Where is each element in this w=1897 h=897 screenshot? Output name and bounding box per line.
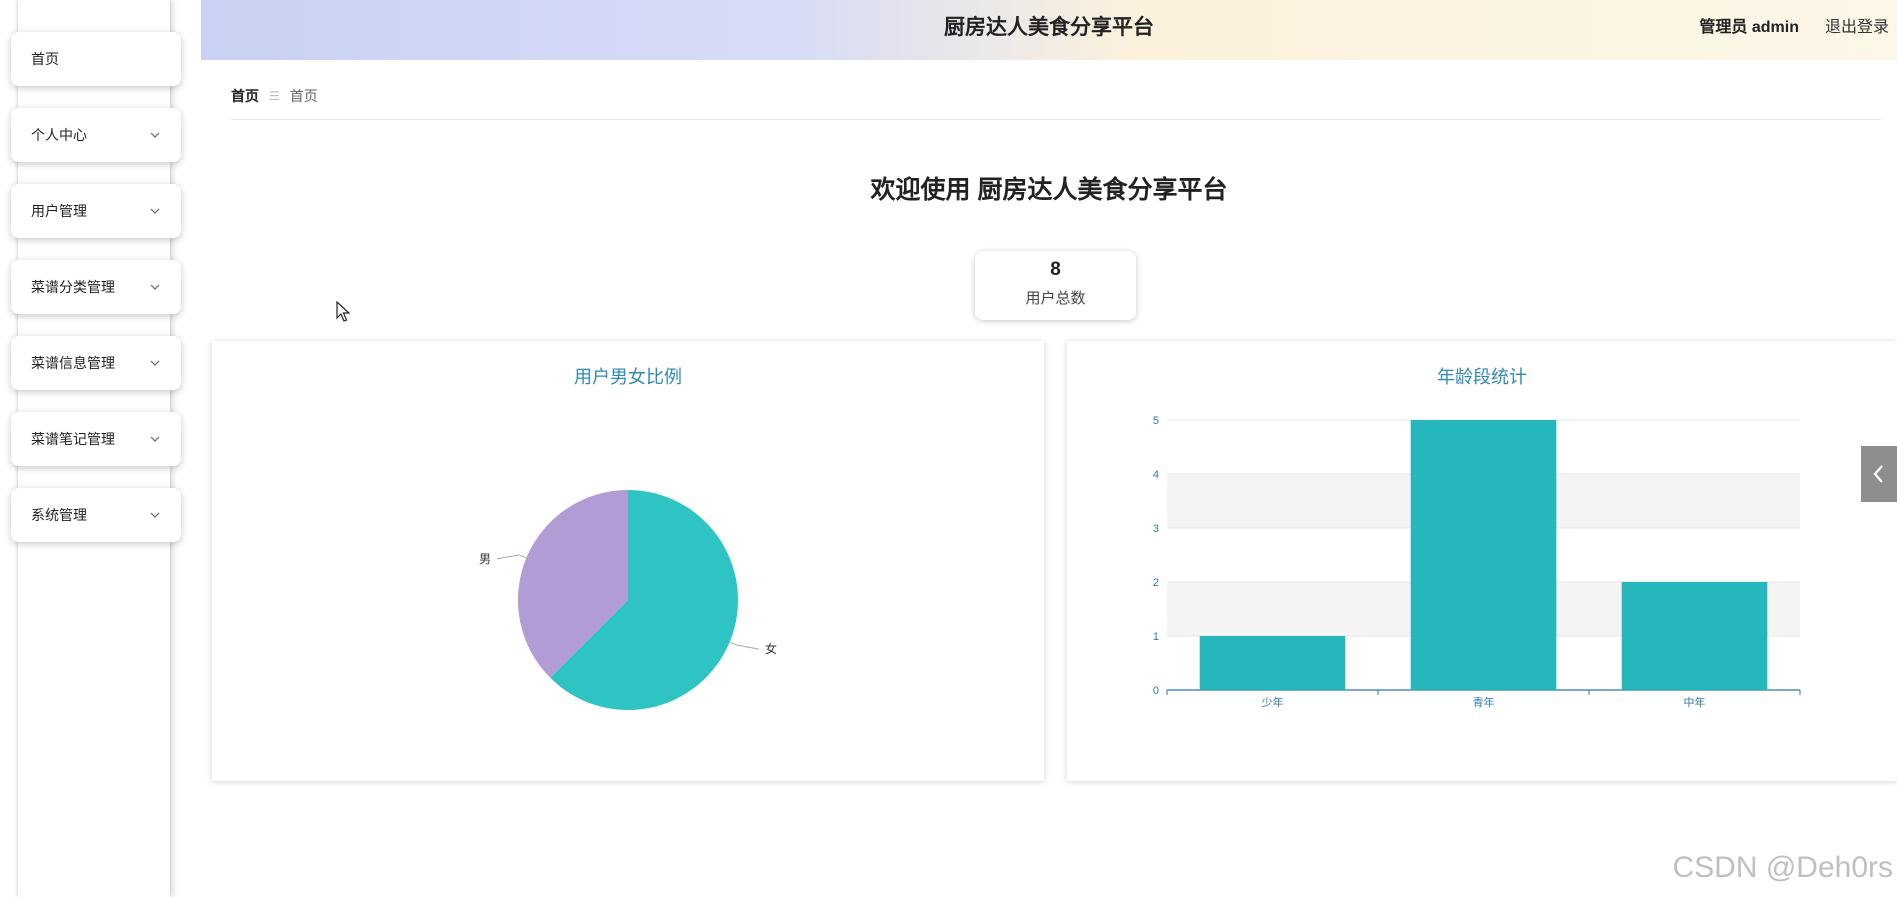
welcome-heading: 欢迎使用 厨房达人美食分享平台 <box>870 176 1228 204</box>
y-tick-label: 3 <box>1153 523 1159 535</box>
sidebar-item-label: 菜谱笔记管理 <box>31 431 115 447</box>
breadcrumb: 首页 ☰ 首页 <box>231 86 318 106</box>
sidebar-item-0[interactable]: 首页 <box>11 32 181 86</box>
breadcrumb-divider <box>231 119 1881 120</box>
app-root: 首页个人中心用户管理菜谱分类管理 菜谱信息管理 菜谱笔记管理 系统管理 厨房达人美食分… <box>0 0 1897 897</box>
sidebar-item-4[interactable]: 菜谱信息管理 <box>11 336 181 390</box>
gender-pie-chart: 女男 <box>479 490 777 710</box>
collapse-panel-button[interactable] <box>1861 446 1897 502</box>
sidebar-item-2[interactable]: 用户管理 <box>11 184 181 238</box>
breadcrumb-current: 首页 <box>289 88 318 104</box>
user-count-label: 用户总数 <box>1025 290 1086 307</box>
chevron-down-icon <box>149 281 161 293</box>
chevron-down-icon <box>149 509 161 521</box>
y-tick-label: 2 <box>1153 577 1159 589</box>
age-chart-panel: 年龄段统计 0 1 2 3 4 5 少年 青年 中年 <box>1067 341 1897 781</box>
sidebar-item-label: 菜谱分类管理 <box>31 279 115 295</box>
sidebar-item-label: 用户管理 <box>31 203 87 219</box>
bar-中年[interactable] <box>1621 582 1768 690</box>
x-tick-label: 青年 <box>1473 695 1495 709</box>
y-tick-label: 1 <box>1153 631 1159 643</box>
user-count-card: 8 用户总数 <box>975 251 1136 320</box>
pie-label: 女 <box>765 641 777 656</box>
sidebar-item-5[interactable]: 菜谱笔记管理 <box>11 412 181 466</box>
app-title: 厨房达人美食分享平台 <box>944 16 1154 39</box>
chevron-down-icon <box>149 433 161 445</box>
chevron-down-icon <box>149 129 161 141</box>
age-bar-chart: 0 1 2 3 4 5 少年 青年 中年 <box>1153 415 1801 709</box>
sidebar-item-label: 菜谱信息管理 <box>31 355 115 371</box>
chevron-down-icon <box>149 357 161 369</box>
y-tick-label: 4 <box>1153 469 1159 481</box>
sidebar-item-3[interactable]: 菜谱分类管理 <box>11 260 181 314</box>
pie-label: 男 <box>479 552 491 566</box>
user-count-value: 8 <box>1050 259 1061 280</box>
sidebar-item-label: 系统管理 <box>31 507 87 523</box>
sidebar-item-label: 个人中心 <box>31 127 87 143</box>
sidebar-item-6[interactable]: 系统管理 <box>11 488 181 542</box>
pie-label-line <box>729 641 760 650</box>
mouse-cursor-icon <box>336 301 350 322</box>
pie-label-line <box>496 554 527 560</box>
sidebar-item-1[interactable]: 个人中心 <box>11 108 181 162</box>
y-tick-label: 0 <box>1153 685 1159 697</box>
sidebar-item-label: 首页 <box>31 51 59 67</box>
gender-chart-panel: 用户男女比例 女男 <box>212 341 1044 781</box>
breadcrumb-home[interactable]: 首页 <box>231 86 259 106</box>
sidebar: 首页个人中心用户管理菜谱分类管理 菜谱信息管理 菜谱笔记管理 系统管理 <box>0 0 196 897</box>
watermark-text: CSDN @Deh0rs <box>1672 851 1893 884</box>
x-tick-label: 中年 <box>1684 695 1706 709</box>
current-user-label: 管理员 admin <box>1699 19 1799 36</box>
bar-青年[interactable] <box>1410 420 1557 690</box>
chevron-left-icon <box>1873 465 1883 483</box>
x-tick-label: 少年 <box>1262 695 1284 709</box>
breadcrumb-separator-icon: ☰ <box>269 89 280 103</box>
y-tick-label: 5 <box>1153 415 1159 427</box>
header-bar: 厨房达人美食分享平台 管理员 admin 退出登录 <box>201 0 1897 60</box>
logout-link[interactable]: 退出登录 <box>1825 0 1889 56</box>
chevron-down-icon <box>149 205 161 217</box>
bar-少年[interactable] <box>1199 636 1346 690</box>
